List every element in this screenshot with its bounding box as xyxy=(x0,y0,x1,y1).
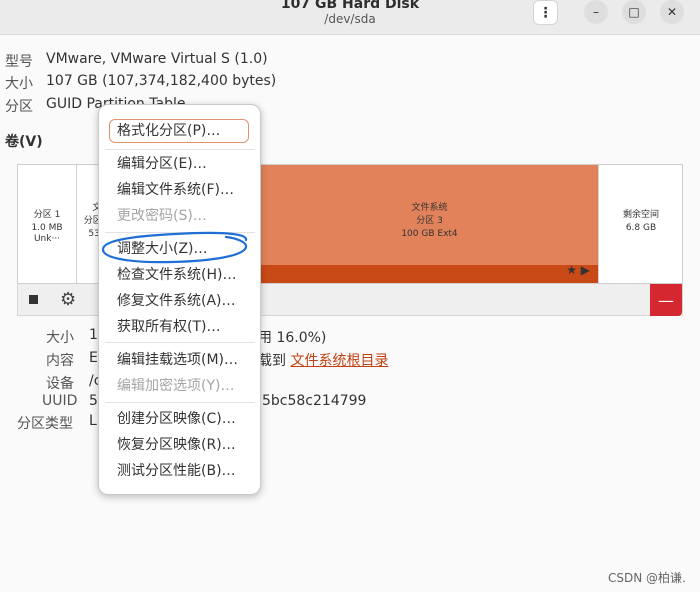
watermark: CSDN @柏谦. xyxy=(608,571,686,585)
annotation-stroke xyxy=(101,231,248,264)
annotation-circle xyxy=(101,231,248,264)
